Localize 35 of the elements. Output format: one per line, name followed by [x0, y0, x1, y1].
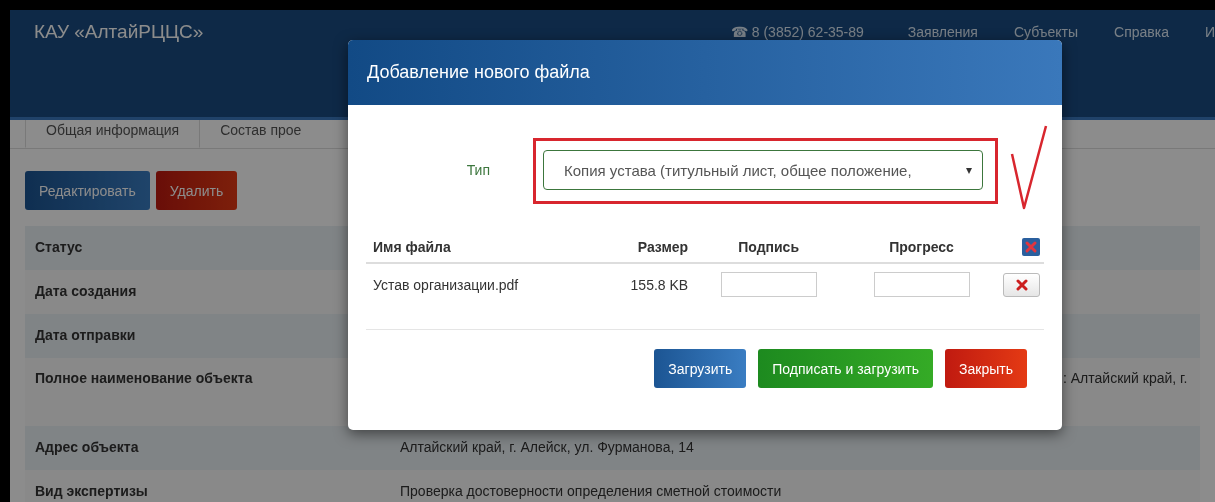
action-button[interactable]: Удалить: [155, 171, 238, 210]
nav-link[interactable]: Справка: [1114, 24, 1169, 117]
field-value: Алтайский край, г. Алейск, ул. Фурманова, 14: [400, 439, 694, 455]
field-label: Вид экспертизы: [35, 483, 148, 499]
action-button[interactable]: Редактировать: [25, 171, 150, 210]
signature-field[interactable]: [720, 272, 817, 298]
field-label: Адрес объекта: [35, 439, 139, 455]
field-label: Дата отправки: [35, 327, 136, 343]
brand-name: КАУ «АлтайРЦЦС»: [34, 21, 204, 44]
dialog-button[interactable]: Подписать и загрузить: [758, 349, 934, 389]
column-header: Размер: [595, 232, 693, 264]
type-dropdown[interactable]: Копия устава (титульный лист, общее положение, ▾: [543, 150, 983, 190]
progress-field[interactable]: [873, 272, 970, 298]
field-label: Статус: [35, 239, 83, 255]
field-label: Полное наименование объекта: [35, 370, 253, 386]
modal-title: Добавление нового файла: [367, 62, 590, 83]
remove-button[interactable]: [1003, 272, 1040, 297]
table-cell: 155.8 KB: [595, 263, 693, 330]
column-header: Подпись: [692, 232, 846, 264]
phone-number: ☎ 8 (3852) 62-35-89: [730, 24, 864, 42]
column-header: Прогресс: [845, 232, 998, 264]
type-label: Тип: [465, 162, 491, 178]
caret-icon: ▾: [966, 163, 972, 177]
tab[interactable]: Состав прое: [200, 120, 322, 148]
column-header: Имя файла: [366, 232, 596, 264]
field-value: Проверка достоверности определения сметной стоимости: [400, 483, 782, 499]
nav-link[interactable]: И: [1204, 24, 1215, 117]
field-label: Дата создания: [35, 283, 137, 299]
field-value: : Алтайский край, г.: [1063, 370, 1188, 386]
dialog-button[interactable]: Загрузить: [654, 349, 747, 389]
table-cell: Устав организации.pdf: [366, 263, 596, 330]
dialog-button[interactable]: Закрыть: [945, 349, 1027, 389]
remove-all-icon[interactable]: [1022, 238, 1040, 257]
tab[interactable]: Общая информация: [25, 120, 201, 148]
close-icon: [1015, 278, 1028, 291]
